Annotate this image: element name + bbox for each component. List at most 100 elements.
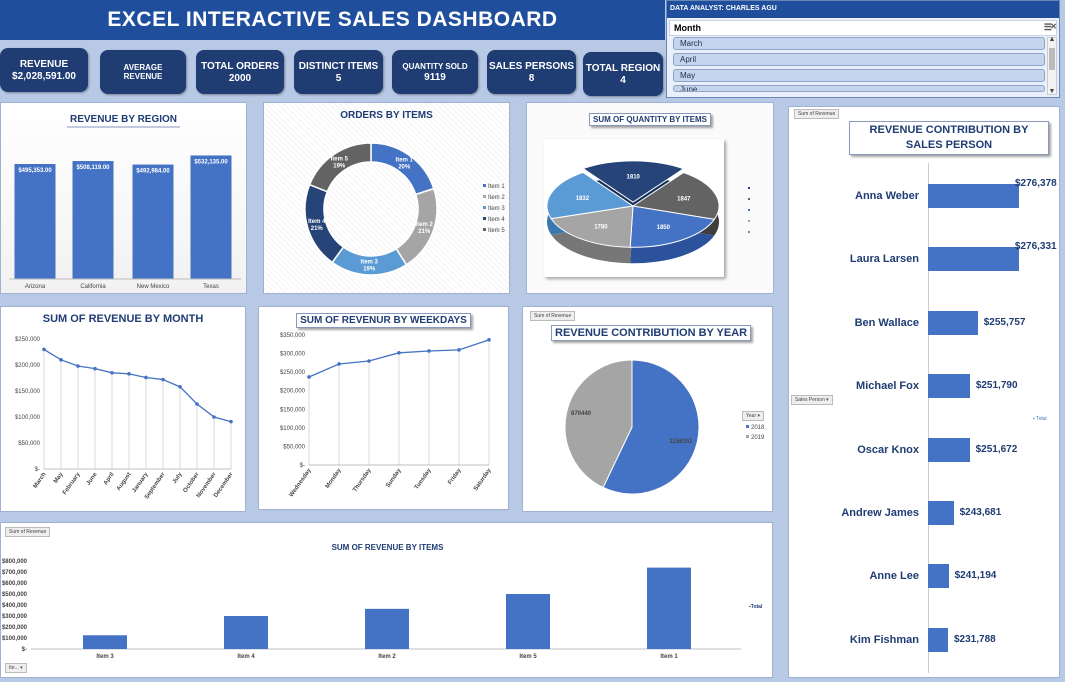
weekday-y-tick: $300,000 <box>280 352 306 358</box>
month-x-tick: March <box>33 471 48 489</box>
legend-total-label: Total <box>1036 416 1047 422</box>
month-point <box>59 358 63 362</box>
items-bar <box>365 608 409 649</box>
items-bar <box>224 616 268 649</box>
month-x-tick: July <box>172 471 184 485</box>
items-y-tick: $700,000 <box>2 570 28 576</box>
scroll-thumb[interactable] <box>1049 48 1055 70</box>
kpi-label: REVENUE <box>19 58 69 70</box>
quantity-3d-pie-chart: 1810 1847 1850 1780 1832 <box>546 160 750 264</box>
weekday-y-tick: $200,000 <box>280 389 306 395</box>
items-x-tick: Item 4 <box>237 654 255 660</box>
quantity-slice-label: 1810 <box>627 175 641 181</box>
orders-legend-label: Item 4 <box>488 217 505 223</box>
sales-person-row: Oscar Knox $251,672 <box>789 437 1061 462</box>
quantity-legend-swatch <box>748 198 750 200</box>
sales-person-value: $243,681 <box>959 507 1002 518</box>
month-y-tick: $150,000 <box>15 389 41 395</box>
sales-person-value: $241,194 <box>954 570 997 582</box>
orders-donut-chart: Item 1 20%Item 1Item 2 21%Item 2Item 3 19%I… <box>304 142 505 276</box>
clear-filter-icon[interactable]: ✕ <box>1050 22 1057 31</box>
quantity-slice-label: 1780 <box>594 224 608 230</box>
sales-person-name: Kim Fishman <box>849 633 919 646</box>
panel-revenue-by-year[interactable]: Sum of Revenue REVENUE CONTRIBUTION BY Y… <box>522 306 773 512</box>
slicer-item-may[interactable]: May <box>673 69 1045 82</box>
sales-person-row: Anna Weber $276,378 <box>789 178 1061 208</box>
scroll-down-icon[interactable]: ▼ <box>1048 88 1056 95</box>
quantity-legend-swatch <box>748 209 750 211</box>
sales-person-name: Ben Wallace <box>854 316 919 329</box>
sales-person-value: $231,788 <box>954 633 996 645</box>
kpi-quantity-sold: QUANTITY SOLD 9119 <box>392 50 478 94</box>
panel-orders-by-items[interactable]: ORDERS BY ITEMS Item 1 20% Item 1 Item 2 21%… <box>263 102 510 294</box>
kpi-value: 4 <box>620 74 626 86</box>
slicer-item-march[interactable]: March <box>673 37 1045 50</box>
items-bar <box>506 594 550 649</box>
slicer-item-april[interactable]: April <box>673 53 1045 66</box>
items-y-tick: $800,000 <box>2 559 28 565</box>
slicer-scrollbar[interactable]: ▲ ▼ <box>1047 36 1057 95</box>
sales-person-value: $251,672 <box>975 443 1018 455</box>
panel-revenue-by-region[interactable]: REVENUE BY REGION $495,353.00 Arizona $508… <box>0 102 247 294</box>
slicer-item-june[interactable]: June <box>673 85 1045 92</box>
region-tick-label: Arizona <box>25 284 46 290</box>
weekday-y-tick: $250,000 <box>280 370 306 376</box>
sales-person-row: Michael Fox $251,790 <box>789 374 1061 399</box>
month-y-tick: $- <box>35 467 40 473</box>
sales-person-bar <box>928 501 954 525</box>
panel-sales-person[interactable]: Sum of Revenue REVENUE CONTRIBUTION BY S… <box>788 106 1060 678</box>
orders-legend-label: Item 5 <box>488 228 505 234</box>
kpi-value: 8 <box>528 72 535 84</box>
items-x-tick: Item 3 <box>96 654 114 660</box>
kpi-value: 9119 <box>424 71 446 83</box>
dashboard-title: EXCEL INTERACTIVE SALES DASHBOARD <box>0 0 665 40</box>
items-bar <box>647 567 691 649</box>
items-y-tick: $600,000 <box>2 581 28 587</box>
panel-revenue-by-weekdays[interactable]: SUM OF REVENUR BY WEEKDAYS $- $50,000 $100… <box>258 306 509 510</box>
month-x-tick: June <box>86 471 99 486</box>
quantity-legend-swatch <box>748 220 750 222</box>
slicer-header: Month ☰ ✕ <box>669 20 1057 36</box>
region-tick-label: Texas <box>203 284 219 290</box>
weekday-y-tick: $150,000 <box>280 407 306 413</box>
sales-person-row: Andrew James $243,681 <box>789 501 1061 525</box>
month-point <box>42 347 46 352</box>
sales-person-row: Ben Wallace $255,757 <box>789 310 1061 335</box>
month-slicer[interactable]: DATA ANALYST: CHARLES AGU Month ☰ ✕ Marc… <box>666 0 1060 98</box>
kpi-label: SALES PERSONS <box>488 60 575 72</box>
month-point <box>212 415 216 419</box>
sales-person-name: Anna Weber <box>855 190 919 202</box>
chart-title: REVENUE CONTRIBUTION BY YEAR <box>551 325 752 341</box>
panel-quantity-by-items[interactable]: SUM OF QUANTITY BY ITEMS 1810 1847 1850 178… <box>526 102 774 294</box>
quantity-legend-swatch <box>748 231 750 233</box>
region-tick-label: New Mexico <box>137 284 170 290</box>
chart-title: SUM OF REVENUE BY MONTH <box>42 313 204 325</box>
pivot-field-sum-of-revenue[interactable]: Sum of Revenue <box>530 311 576 321</box>
orders-legend-swatch <box>483 217 486 220</box>
region-bar <box>190 155 232 279</box>
sales-person-value: $276,378 <box>1015 178 1057 189</box>
region-data-label: $495,353.00 <box>18 168 52 174</box>
weekday-x-tick: Tuesday <box>414 467 433 491</box>
weekday-y-tick: $- <box>300 463 305 469</box>
month-y-tick: $250,000 <box>15 337 41 343</box>
sales-person-bar <box>928 247 1019 272</box>
region-data-label: $492,984.00 <box>136 169 170 175</box>
month-point <box>178 385 182 389</box>
region-tick-label: California <box>80 284 106 290</box>
sales-person-value: $251,790 <box>975 380 1018 392</box>
orders-legend-label: Item 3 <box>488 206 505 212</box>
scroll-up-icon[interactable]: ▲ <box>1048 36 1056 43</box>
items-y-tick: $400,000 <box>2 603 28 609</box>
weekday-x-tick: Saturday <box>473 467 493 492</box>
panel-revenue-by-items[interactable]: Sum of Revenue SUM OF REVENUE BY ITEMS ▪… <box>0 522 773 678</box>
quantity-legend-swatch <box>748 187 750 189</box>
sales-person-name: Oscar Knox <box>857 443 919 456</box>
panel-revenue-by-month[interactable]: SUM OF REVENUE BY MONTH $- $50,000 $100,00… <box>0 306 246 512</box>
sales-person-bar <box>928 437 970 462</box>
pivot-field-sum-of-revenue[interactable]: Sum of Revenue <box>794 109 840 119</box>
quantity-slice-label: 1850 <box>657 225 671 231</box>
kpi-total-orders: TOTAL ORDERS 2000 <box>196 50 284 94</box>
region-bar-chart: $495,353.00 Arizona $508,119.00 California $… <box>9 155 241 290</box>
items-y-tick: $100,000 <box>2 636 28 642</box>
